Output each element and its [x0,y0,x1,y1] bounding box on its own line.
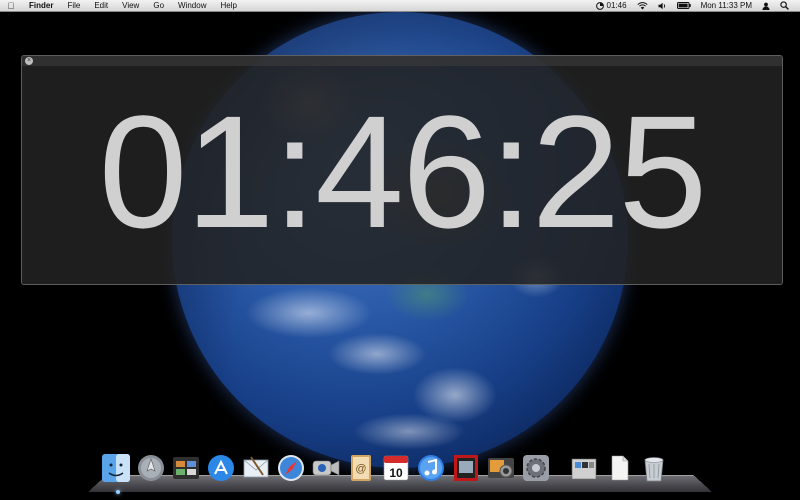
clock-status-item[interactable]: 01:46 [591,0,632,12]
itunes-icon[interactable] [415,452,447,484]
system-preferences-icon[interactable] [520,452,552,484]
menu-file[interactable]: File [60,0,87,12]
clock-window-titlebar[interactable] [22,56,782,66]
finder-icon[interactable] [100,452,132,484]
safari-icon[interactable] [275,452,307,484]
finder-running-indicator [116,490,120,494]
clock-time-display: 01:46:25 [98,82,708,261]
address-book-icon[interactable]: @ [345,452,377,484]
calendar-icon[interactable]: 10 [380,452,412,484]
calendar-badge-text: 10 [389,466,403,480]
menu-window[interactable]: Window [171,0,213,12]
menu-bar-status-area: 01:46 Mon 11:33 PM [591,0,800,12]
volume-icon[interactable] [653,2,672,10]
mail-icon[interactable] [240,452,272,484]
documents-icon[interactable] [603,452,635,484]
spotlight-icon[interactable] [775,1,794,10]
menu-finder[interactable]: Finder [22,0,60,12]
menu-bar:  Finder File Edit View Go Window Help 0… [0,0,800,12]
mission-control-icon[interactable] [170,452,202,484]
close-icon[interactable]: × [25,57,33,65]
launchpad-icon[interactable] [135,452,167,484]
photo-booth-icon[interactable] [450,452,482,484]
battery-icon[interactable] [672,2,696,9]
clock-window: × 01:46:25 [21,55,783,285]
iphoto-icon[interactable] [485,452,517,484]
menubar-datetime[interactable]: Mon 11:33 PM [696,0,757,12]
facetime-icon[interactable] [310,452,342,484]
menu-edit[interactable]: Edit [87,0,115,12]
menu-go[interactable]: Go [146,0,171,12]
clock-status-text: 01:46 [606,0,627,10]
applications-folder-icon[interactable] [568,452,600,484]
menu-help[interactable]: Help [213,0,243,12]
user-icon[interactable] [757,2,775,10]
dock-separator [555,452,565,486]
menu-view[interactable]: View [115,0,146,12]
dock: @ 10 [100,452,670,486]
svg-text:@: @ [355,463,366,475]
wifi-icon[interactable] [632,1,653,10]
trash-icon[interactable] [638,452,670,484]
app-store-icon[interactable] [205,452,237,484]
apple-logo-icon[interactable]:  [0,0,22,12]
clock-status-icon [595,1,604,10]
